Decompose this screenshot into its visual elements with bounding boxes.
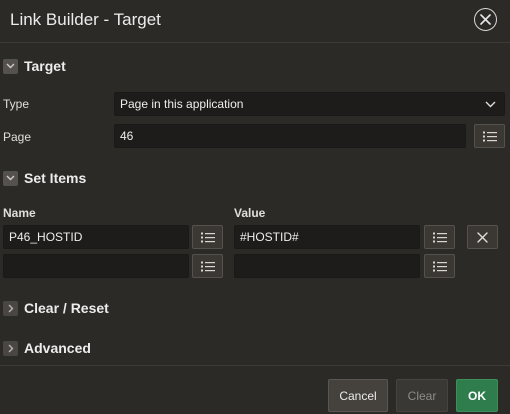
section-set-items-header[interactable]: Set Items: [3, 169, 86, 187]
clear-button[interactable]: Clear: [396, 379, 448, 412]
chevron-right-icon: [3, 300, 18, 316]
section-clear-reset-header[interactable]: Clear / Reset: [3, 299, 109, 317]
type-select-value: Page in this application: [120, 97, 244, 111]
item-value-list-button[interactable]: [424, 225, 455, 249]
chevron-down-icon: [3, 170, 18, 186]
dialog-title: Link Builder - Target: [10, 10, 161, 29]
dialog-footer: Cancel Clear OK: [0, 365, 510, 414]
section-set-items-label: Set Items: [24, 170, 87, 186]
remove-row-button[interactable]: [467, 225, 498, 249]
item-name-list-button[interactable]: [192, 225, 223, 249]
item-value-list-button[interactable]: [424, 254, 455, 278]
type-select[interactable]: Page in this application: [114, 92, 505, 116]
item-name-input[interactable]: [3, 254, 189, 278]
item-name-list-button[interactable]: [192, 254, 223, 278]
section-target-header[interactable]: Target: [3, 57, 66, 75]
item-value-value: #HOSTID#: [240, 230, 299, 244]
dialog-titlebar: Link Builder - Target: [0, 0, 510, 43]
value-column-header: Value: [234, 206, 266, 220]
page-label: Page: [3, 130, 32, 144]
type-label: Type: [3, 97, 30, 111]
item-name-value: P46_HOSTID: [9, 230, 83, 244]
chevron-down-icon: [485, 101, 496, 107]
list-icon: [200, 261, 215, 271]
page-input[interactable]: 46: [114, 124, 466, 148]
item-value-input[interactable]: [234, 254, 420, 278]
close-icon: [480, 14, 491, 25]
section-target-label: Target: [24, 58, 66, 74]
section-clear-reset-label: Clear / Reset: [24, 300, 109, 316]
page-input-value: 46: [120, 129, 134, 143]
list-icon: [432, 232, 447, 242]
chevron-down-icon: [3, 58, 18, 74]
item-name-input[interactable]: P46_HOSTID: [3, 225, 189, 249]
ok-button[interactable]: OK: [456, 379, 498, 412]
page-list-button[interactable]: [474, 124, 505, 148]
section-advanced-label: Advanced: [24, 340, 91, 356]
item-value-input[interactable]: #HOSTID#: [234, 225, 420, 249]
list-icon: [200, 232, 215, 242]
close-icon: [477, 231, 488, 243]
close-button[interactable]: [474, 8, 497, 31]
chevron-right-icon: [3, 340, 18, 356]
list-icon: [482, 131, 497, 141]
name-column-header: Name: [3, 206, 36, 220]
section-advanced-header[interactable]: Advanced: [3, 339, 91, 357]
list-icon: [432, 261, 447, 271]
cancel-button[interactable]: Cancel: [328, 379, 388, 412]
